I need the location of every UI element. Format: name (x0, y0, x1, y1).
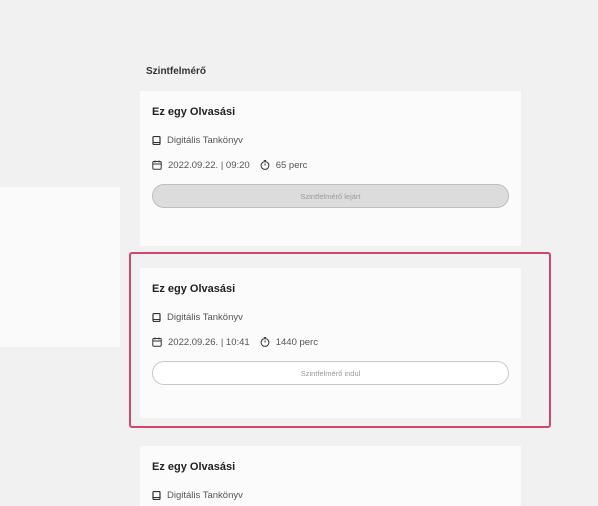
book-icon (152, 135, 161, 145)
clock-icon (260, 160, 270, 170)
assessment-expired-button[interactable]: Szintfelmérő lejárt (152, 184, 509, 208)
datetime-label: 2022.09.22. | 09:20 (168, 159, 250, 171)
source-label: Digitális Tankönyv (167, 489, 243, 501)
section-title: Szintfelmérő (146, 66, 207, 77)
assessment-card: Ez egy Olvasási Digitális Tankönyv 2022.… (140, 91, 521, 246)
source-row: Digitális Tankönyv (152, 488, 511, 502)
card-title: Ez egy Olvasási (152, 106, 236, 118)
book-icon (152, 490, 161, 500)
source-label: Digitális Tankönyv (167, 134, 243, 146)
selection-highlight (129, 252, 551, 428)
calendar-icon (152, 160, 162, 170)
duration-label: 65 perc (275, 159, 308, 171)
source-row: Digitális Tankönyv (152, 133, 511, 147)
assessment-card: Ez egy Olvasási Digitális Tankönyv (140, 446, 521, 506)
side-panel (0, 187, 120, 347)
card-title: Ez egy Olvasási (152, 461, 236, 473)
schedule-row: 2022.09.22. | 09:20 65 perc (152, 158, 511, 172)
